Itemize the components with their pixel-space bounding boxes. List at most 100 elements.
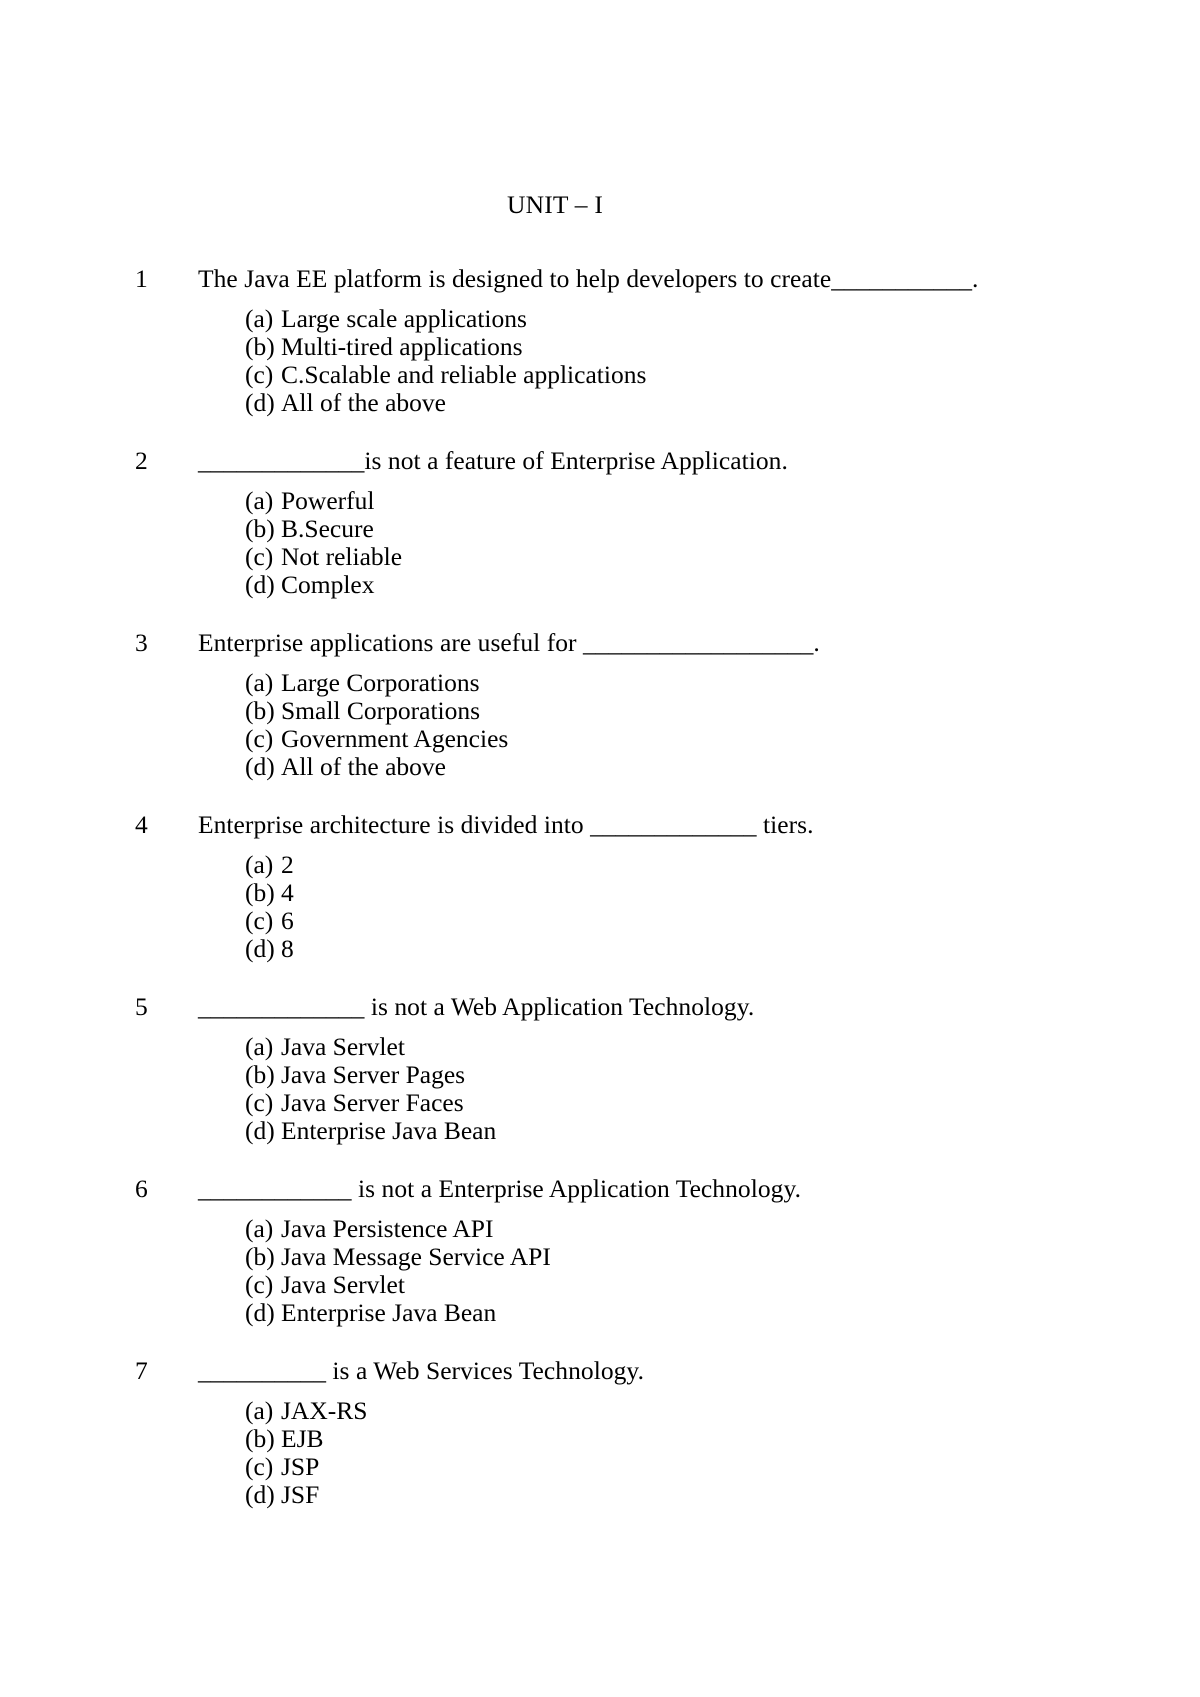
option-row[interactable]: (a) Powerful [245,487,1200,515]
option-row[interactable]: (a) JAX-RS [245,1397,1200,1425]
question-line: 2 _____________is not a feature of Enterp… [0,444,1200,477]
question-list: 1 The Java EE platform is designed to hel… [0,262,1200,1536]
question-text: __________ is a Web Services Technology. [198,1356,644,1385]
option-row[interactable]: (b) B.Secure [245,515,1200,543]
option-marker: (d) [245,1480,275,1509]
option-row[interactable]: (d) JSF [245,1481,1200,1509]
option-row[interactable]: (b) Multi-tired applications [245,333,1200,361]
option-row[interactable]: (d) Complex [245,571,1200,599]
option-text: Java Servlet [281,1270,405,1299]
option-list: (a) Java Persistence API (b) Java Message S… [0,1215,1200,1327]
option-list: (a) JAX-RS (b) EJB (c) JSP (d) JSF [0,1397,1200,1509]
option-row[interactable]: (b) 4 [245,879,1200,907]
option-row[interactable]: (b) Java Message Service API [245,1243,1200,1271]
option-text: Java Server Pages [281,1060,466,1089]
option-text: Powerful [281,486,375,515]
option-row[interactable]: (a) Large Corporations [245,669,1200,697]
question-text: _____________is not a feature of Enterpr… [198,446,788,475]
option-list: (a) Java Servlet (b) Java Server Pages (c) Ja… [0,1033,1200,1145]
option-marker: (c) [245,1270,274,1299]
option-row[interactable]: (d) Enterprise Java Bean [245,1117,1200,1145]
option-row[interactable]: (d) All of the above [245,389,1200,417]
option-marker: (b) [245,1242,275,1271]
option-row[interactable]: (a) Large scale applications [245,305,1200,333]
option-row[interactable]: (b) Java Server Pages [245,1061,1200,1089]
option-marker: (d) [245,388,275,417]
option-row[interactable]: (c) Java Server Faces [245,1089,1200,1117]
option-list: (a) Powerful (b) B.Secure (c) Not reliable (d)… [0,487,1200,599]
option-row[interactable]: (b) Small Corporations [245,697,1200,725]
option-marker: (c) [245,360,274,389]
option-row[interactable]: (d) All of the above [245,753,1200,781]
option-marker: (d) [245,1298,275,1327]
option-row[interactable]: (c) Government Agencies [245,725,1200,753]
question-number: 1 [135,264,148,293]
option-marker: (a) [245,304,274,333]
option-marker: (a) [245,850,274,879]
option-text: Java Message Service API [281,1242,551,1271]
option-row[interactable]: (a) 2 [245,851,1200,879]
option-marker: (b) [245,1424,275,1453]
option-text: Government Agencies [281,724,509,753]
question-text: The Java EE platform is designed to help… [198,264,979,293]
option-text: Large scale applications [281,304,527,333]
option-text: Complex [281,570,375,599]
option-marker: (c) [245,906,274,935]
option-marker: (d) [245,934,275,963]
option-row[interactable]: (b) EJB [245,1425,1200,1453]
option-text: Enterprise Java Bean [281,1298,497,1327]
question-line: 7 __________ is a Web Services Technology… [0,1354,1200,1387]
option-row[interactable]: (c) JSP [245,1453,1200,1481]
option-text: All of the above [281,752,446,781]
option-marker: (b) [245,878,275,907]
option-text: EJB [281,1424,324,1453]
question-number: 2 [135,446,148,475]
option-text: JSF [281,1480,320,1509]
question-text: Enterprise architecture is divided into … [198,810,814,839]
option-marker: (d) [245,752,275,781]
question-number: 6 [135,1174,148,1203]
option-row[interactable]: (a) Java Persistence API [245,1215,1200,1243]
option-row[interactable]: (d) 8 [245,935,1200,963]
question-block: 1 The Java EE platform is designed to hel… [0,262,1200,435]
option-marker: (c) [245,1088,274,1117]
question-number: 4 [135,810,148,839]
option-row[interactable]: (c) C.Scalable and reliable applications [245,361,1200,389]
option-marker: (d) [245,570,275,599]
option-marker: (a) [245,1396,274,1425]
option-text: JSP [281,1452,320,1481]
option-row[interactable]: (c) Not reliable [245,543,1200,571]
option-marker: (b) [245,1060,275,1089]
option-list: (a) Large scale applications (b) Multi-tire… [0,305,1200,417]
option-row[interactable]: (a) Java Servlet [245,1033,1200,1061]
option-text: Java Servlet [281,1032,405,1061]
question-block: 2 _____________is not a feature of Enterp… [0,444,1200,617]
question-text: Enterprise applications are useful for _… [198,628,820,657]
option-row[interactable]: (c) Java Servlet [245,1271,1200,1299]
option-marker: (c) [245,542,274,571]
option-list: (a) Large Corporations (b) Small Corporatio… [0,669,1200,781]
option-text: Multi-tired applications [281,332,523,361]
question-number: 5 [135,992,148,1021]
option-text: B.Secure [281,514,374,543]
question-line: 3 Enterprise applications are useful for … [0,626,1200,659]
question-text: ____________ is not a Enterprise Applica… [198,1174,802,1203]
option-text: Not reliable [281,542,403,571]
question-block: 4 Enterprise architecture is divided into… [0,808,1200,981]
question-number: 3 [135,628,148,657]
option-row[interactable]: (d) Enterprise Java Bean [245,1299,1200,1327]
option-marker: (c) [245,1452,274,1481]
option-text: 4 [281,878,294,907]
question-line: 6 ____________ is not a Enterprise Applic… [0,1172,1200,1205]
option-text: C.Scalable and reliable applications [281,360,647,389]
option-row[interactable]: (c) 6 [245,907,1200,935]
option-text: Large Corporations [281,668,480,697]
question-block: 5 _____________ is not a Web Application … [0,990,1200,1163]
option-list: (a) 2 (b) 4 (c) 6 (d) 8 [0,851,1200,963]
